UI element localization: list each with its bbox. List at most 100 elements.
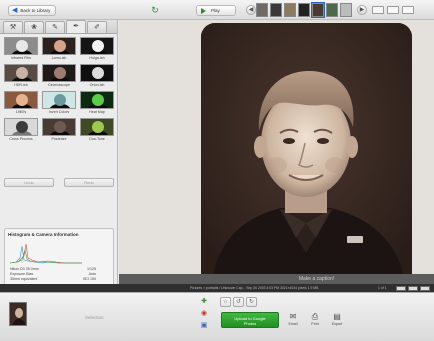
photo-info-text: Pictures > portraits / Unknown Cap... Se… xyxy=(190,286,319,290)
effect-label: Infrared Film xyxy=(10,56,32,60)
print-button[interactable]: ⎙ Print xyxy=(306,312,324,326)
effect-thumbnail xyxy=(80,64,114,82)
caption-bar[interactable]: Make a caption! xyxy=(119,274,434,284)
filmstrip-thumb-active[interactable] xyxy=(311,2,325,18)
email-label: Email xyxy=(288,322,298,326)
effect-label: Cinemascope xyxy=(48,83,70,87)
next-photo-button[interactable]: ▶ xyxy=(357,5,367,15)
brush-active-icon: ✒ xyxy=(73,23,79,30)
email-icon: ✉ xyxy=(289,312,297,321)
clear-icon[interactable]: ◉ xyxy=(200,310,208,318)
brush-tab[interactable]: ✎ xyxy=(45,21,65,33)
play-label: Play xyxy=(211,8,220,13)
effect-thumbnail xyxy=(80,118,114,136)
filmstrip xyxy=(256,2,352,18)
effects-pagination: Undo Redo xyxy=(4,178,114,187)
effect-thumbnail xyxy=(4,118,38,136)
brush-active-tab[interactable]: ✒ xyxy=(66,20,86,33)
tuning-icon: ❀ xyxy=(31,24,37,31)
effect-item[interactable]: Cross Process xyxy=(4,118,38,142)
camera-info-key: 35mm equivalent xyxy=(10,277,38,281)
rotate-left-icon[interactable]: ↺ xyxy=(233,297,244,307)
effect-item[interactable]: Infrared Film xyxy=(4,37,38,61)
brush-alt-tab[interactable]: ✐ xyxy=(87,21,107,33)
portrait-photo[interactable] xyxy=(201,23,412,289)
effect-thumbnail xyxy=(42,118,76,136)
tray-thumb-image xyxy=(10,303,26,325)
effect-item[interactable]: Heat Map xyxy=(80,91,114,115)
filmstrip-thumb[interactable] xyxy=(284,3,296,17)
filmstrip-thumb[interactable] xyxy=(340,3,352,17)
brush-alt-icon: ✐ xyxy=(94,24,100,31)
effect-item[interactable]: Orton-ish xyxy=(80,64,114,88)
zoom-fit-button[interactable] xyxy=(396,286,406,291)
photo-wrapper xyxy=(201,23,412,293)
play-slideshow-button[interactable]: Play xyxy=(196,5,236,16)
histogram-panel: Histogram & Camera Information Nikon D3 … xyxy=(4,228,114,288)
photo-view xyxy=(119,20,434,289)
back-to-library-label: Back to Library xyxy=(20,8,51,13)
camera-info-value: ISO 100 xyxy=(82,277,96,281)
filmstrip-thumb[interactable] xyxy=(256,3,268,17)
view-grid-button[interactable] xyxy=(402,6,414,14)
wrench-tab[interactable]: ⚒ xyxy=(3,21,23,33)
effect-thumbnail xyxy=(42,91,76,109)
effect-item[interactable]: Duo-Tone xyxy=(80,118,114,142)
effect-label: Heat Map xyxy=(89,110,105,114)
view-compare-button[interactable] xyxy=(387,6,399,14)
caption-placeholder: Make a caption! xyxy=(298,276,335,282)
upload-to-google-photos-button[interactable]: Upload to Google Photos xyxy=(221,312,279,328)
tray-label: Selection xyxy=(85,315,104,320)
brush-icon: ✎ xyxy=(52,24,58,31)
pin-icon[interactable]: ✚ xyxy=(200,298,208,306)
print-label: Print xyxy=(311,322,319,326)
print-icon: ⎙ xyxy=(311,312,319,321)
effect-thumbnail xyxy=(4,64,38,82)
effect-label: Invert Colors xyxy=(48,110,70,114)
effect-label: Holga-ish xyxy=(89,56,105,60)
zoom-actual-button[interactable] xyxy=(408,286,418,291)
undo-button[interactable]: Undo xyxy=(4,178,54,187)
effect-item[interactable]: Lomo-ish xyxy=(42,37,76,61)
star-icon[interactable]: ☆ xyxy=(220,297,231,307)
effect-label: Lomo-ish xyxy=(51,56,67,60)
email-button[interactable]: ✉ Email xyxy=(284,312,302,326)
effect-item[interactable]: 1960's xyxy=(4,91,38,115)
export-button[interactable]: ▤ Export xyxy=(328,312,346,326)
effect-label: Cross Process xyxy=(9,137,33,141)
edit-panel: ⚒ ❀ ✎ ✒ ✐ Infrared Film Lomo-ish Holga-ish HDR-… xyxy=(0,20,118,292)
camera-info-row: 35mm equivalent ISO 100 xyxy=(10,277,96,282)
wrench-icon: ⚒ xyxy=(9,24,17,31)
page-indicator: 1 of 1 xyxy=(378,286,387,290)
tray-selected-thumb[interactable] xyxy=(9,302,27,326)
top-toolbar: ◀ Back to Library ↻ Play ◀ ▶ xyxy=(0,0,434,20)
effect-item[interactable]: HDR-ish xyxy=(4,64,38,88)
effect-thumbnail xyxy=(4,37,38,55)
effect-item[interactable]: Invert Colors xyxy=(42,91,76,115)
effect-thumbnail xyxy=(80,91,114,109)
redo-button[interactable]: Redo xyxy=(64,178,114,187)
effect-label: Orton-ish xyxy=(89,83,105,87)
filmstrip-thumb[interactable] xyxy=(298,3,310,17)
filmstrip-thumb[interactable] xyxy=(270,3,282,17)
rotate-icon[interactable]: ↻ xyxy=(150,5,160,15)
effect-label: Duo-Tone xyxy=(89,137,105,141)
previous-photo-button[interactable]: ◀ xyxy=(246,5,256,15)
effect-thumbnail xyxy=(42,37,76,55)
rotate-right-icon[interactable]: ↻ xyxy=(246,297,257,307)
album-icon[interactable]: ▣ xyxy=(200,322,208,330)
filmstrip-thumb[interactable] xyxy=(326,3,338,17)
upload-line-2: Photos xyxy=(243,321,257,326)
effects-grid: Infrared Film Lomo-ish Holga-ish HDR-ish Cin… xyxy=(4,37,114,142)
tray-side-icons: ✚ ◉ ▣ xyxy=(200,298,208,330)
back-to-library-button[interactable]: ◀ Back to Library xyxy=(8,5,56,16)
view-single-button[interactable] xyxy=(372,6,384,14)
effect-item[interactable]: Posterize xyxy=(42,118,76,142)
play-icon xyxy=(201,7,206,14)
status-bar: Pictures > portraits / Unknown Cap... Se… xyxy=(0,284,434,292)
tuning-tab[interactable]: ❀ xyxy=(24,21,44,33)
zoom-in-button[interactable] xyxy=(420,286,430,291)
effect-thumbnail xyxy=(80,37,114,55)
effect-item[interactable]: Cinemascope xyxy=(42,64,76,88)
effect-item[interactable]: Holga-ish xyxy=(80,37,114,61)
